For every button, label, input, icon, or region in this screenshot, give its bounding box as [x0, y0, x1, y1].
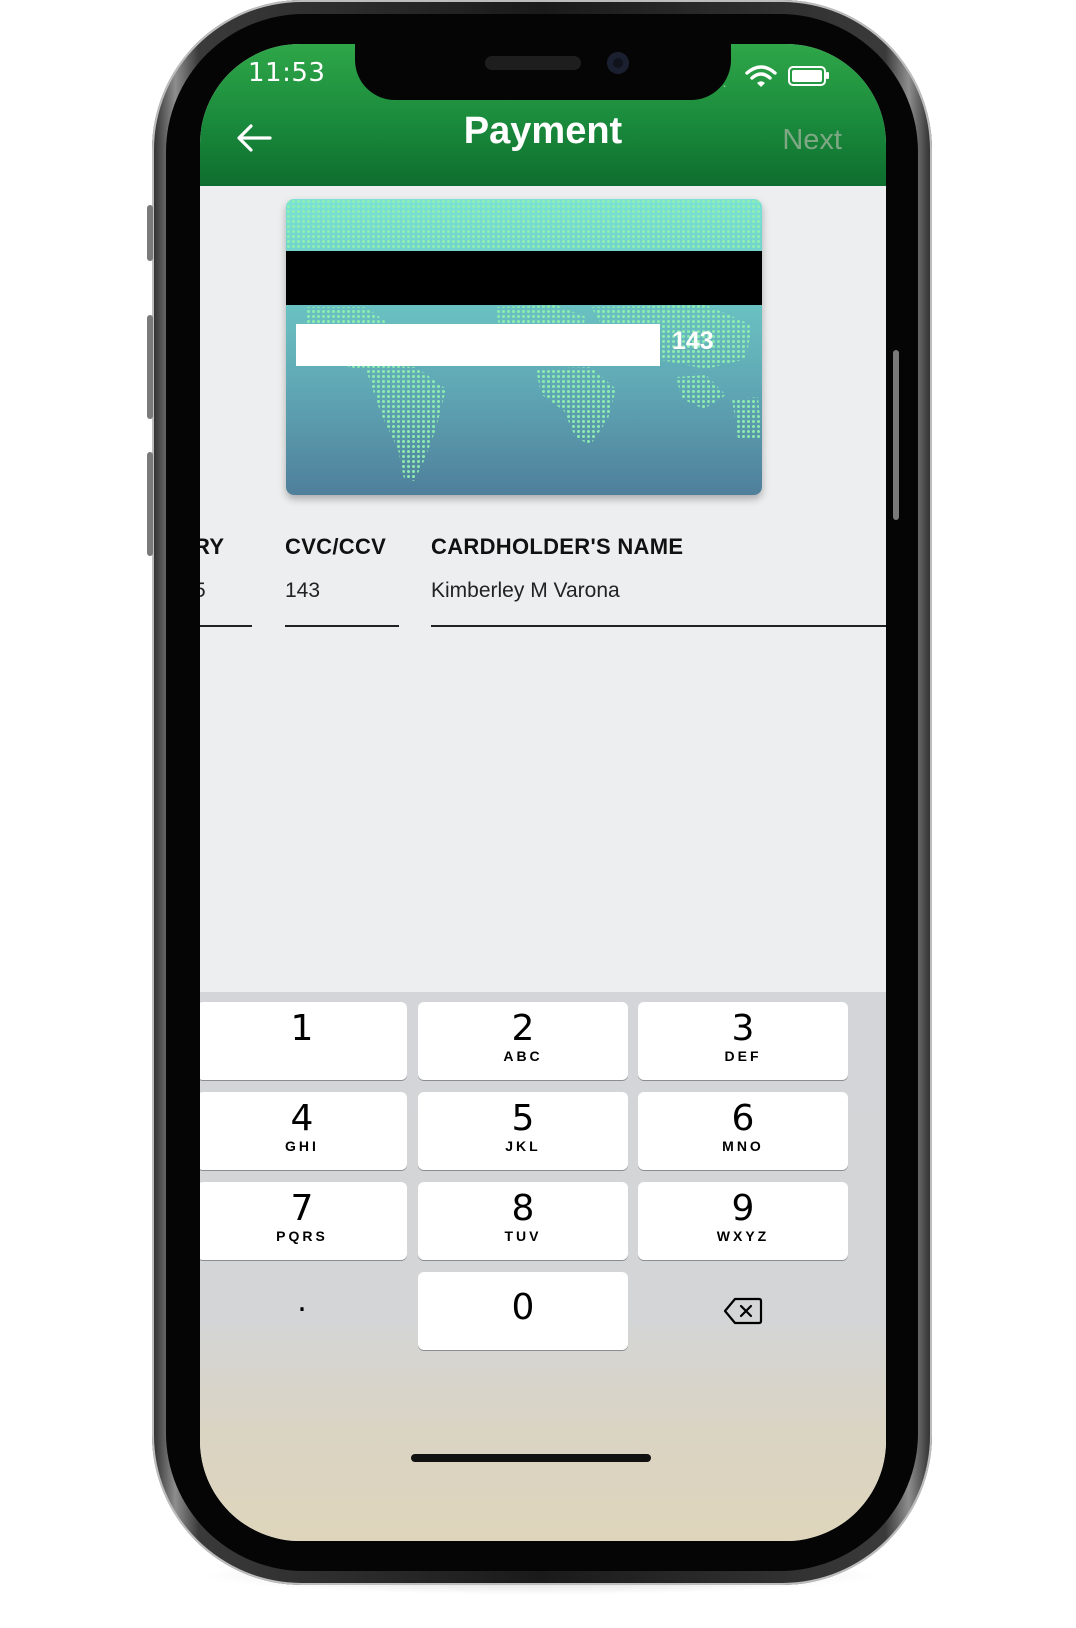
key-decimal[interactable]: .	[200, 1272, 407, 1350]
expiry-underline	[200, 625, 252, 627]
status-time: 11:53	[248, 58, 326, 88]
key-letters: DEF	[724, 1048, 762, 1064]
volume-down-button	[147, 452, 153, 556]
expiry-label: RY	[200, 534, 225, 559]
backspace-button[interactable]	[638, 1272, 848, 1350]
key-digit: 5	[511, 1098, 535, 1139]
cvc-field[interactable]: 143	[285, 579, 320, 603]
device-notch	[355, 44, 731, 100]
speaker-grille	[485, 56, 581, 70]
key-digit: 0	[511, 1287, 535, 1328]
key-letters: PQRS	[276, 1228, 328, 1244]
key-4[interactable]: 4 GHI	[200, 1092, 407, 1170]
key-digit: 3	[731, 1008, 755, 1049]
phone-screen: 11:53 .... Payment Next	[200, 44, 886, 1541]
key-7[interactable]: 7 PQRS	[200, 1182, 407, 1260]
key-5[interactable]: 5 JKL	[418, 1092, 628, 1170]
cardholder-name-field[interactable]: Kimberley M Varona	[431, 579, 620, 603]
key-digit: 1	[290, 1008, 314, 1049]
battery-tip	[826, 72, 829, 79]
key-letters: GHI	[285, 1138, 319, 1154]
key-letters: JKL	[505, 1138, 541, 1154]
card-cvc-display: 143	[672, 327, 714, 355]
home-indicator[interactable]	[411, 1454, 651, 1462]
signature-strip	[296, 324, 660, 366]
magnetic-stripe	[286, 251, 762, 305]
cvc-label: CVC/CCV	[285, 534, 387, 559]
cardholder-name-underline	[431, 625, 886, 627]
key-digit: 7	[290, 1188, 314, 1229]
front-camera	[607, 52, 629, 74]
key-letters: MNO	[722, 1138, 764, 1154]
cardholder-name-label: CARDHOLDER'S NAME	[431, 534, 684, 559]
power-button	[893, 350, 899, 520]
next-button[interactable]: Next	[782, 124, 842, 157]
key-letters: TUV	[504, 1228, 542, 1244]
silent-switch	[147, 205, 153, 261]
key-6[interactable]: 6 MNO	[638, 1092, 848, 1170]
key-digit: 2	[511, 1008, 535, 1049]
key-0[interactable]: 0	[418, 1272, 628, 1350]
key-9[interactable]: 9 WXYZ	[638, 1182, 848, 1260]
volume-up-button	[147, 315, 153, 419]
credit-card-back: 143	[286, 199, 762, 495]
key-digit: 4	[290, 1098, 314, 1139]
key-digit: 6	[731, 1098, 755, 1139]
key-digit: 9	[731, 1188, 755, 1229]
decimal-label: .	[297, 1284, 307, 1319]
key-1[interactable]: 1	[200, 1002, 407, 1080]
battery-icon	[788, 66, 826, 86]
key-2[interactable]: 2 ABC	[418, 1002, 628, 1080]
key-8[interactable]: 8 TUV	[418, 1182, 628, 1260]
wifi-icon	[745, 65, 777, 87]
expiry-field[interactable]: 5	[200, 579, 206, 603]
key-3[interactable]: 3 DEF	[638, 1002, 848, 1080]
key-letters: WXYZ	[716, 1228, 770, 1244]
key-letters: ABC	[503, 1048, 543, 1064]
key-digit: 8	[511, 1188, 535, 1229]
backspace-icon	[723, 1297, 763, 1325]
cvc-underline	[285, 625, 399, 627]
